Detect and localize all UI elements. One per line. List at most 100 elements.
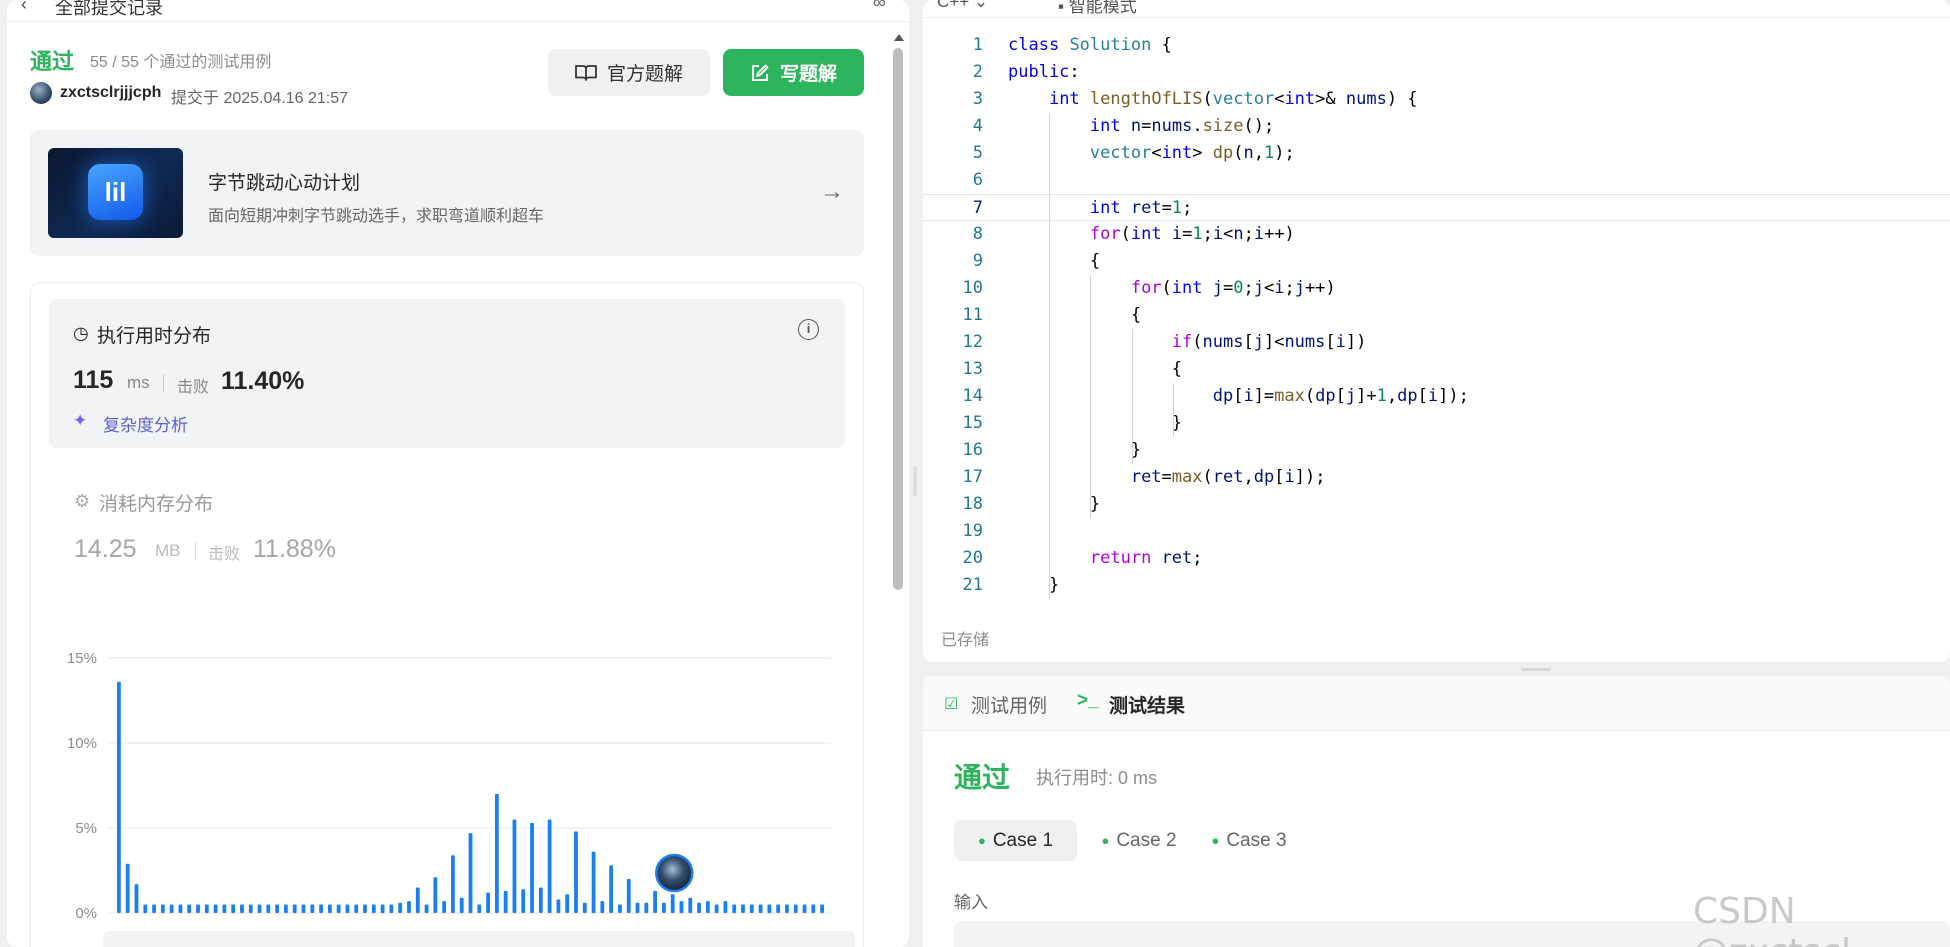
case-tab-1[interactable]: ● Case 1 [954, 820, 1077, 861]
histogram-bar[interactable] [486, 892, 490, 913]
code-line[interactable]: 21 } [923, 572, 1950, 599]
histogram-bar[interactable] [363, 904, 367, 914]
code-line[interactable]: 7 int ret=1; [923, 194, 1950, 221]
histogram-bar[interactable] [732, 904, 737, 914]
histogram-bar[interactable] [442, 901, 447, 913]
histogram-bar[interactable] [266, 904, 271, 914]
histogram-bar[interactable] [653, 890, 657, 913]
histogram-bar[interactable] [301, 904, 306, 914]
code-line[interactable]: 8 for(int i=1;i<n;i++) [923, 221, 1950, 248]
histogram-bar[interactable] [451, 855, 455, 913]
code-line[interactable]: 2 public: [923, 59, 1950, 86]
code-line[interactable]: 3 int lengthOfLIS(vector<int>& nums) { [923, 86, 1950, 113]
histogram-bar[interactable] [125, 863, 130, 913]
code-area[interactable]: 1 class Solution {2 public: 3 int lengthOfL… [923, 32, 1950, 599]
histogram-bar[interactable] [582, 902, 587, 913]
histogram-bar[interactable] [327, 904, 332, 914]
histogram-bar[interactable] [793, 904, 798, 914]
histogram-bar[interactable] [723, 901, 728, 913]
write-solution-button[interactable]: 写题解 [723, 49, 864, 96]
chart-range-slider[interactable] [103, 931, 855, 947]
histogram-bar[interactable] [565, 894, 570, 913]
code-line[interactable]: 17 ret=max(ret,dp[i]); [923, 464, 1950, 491]
user-avatar[interactable] [30, 82, 52, 104]
memory-title[interactable]: 消耗内存分布 [99, 489, 213, 516]
histogram-bar[interactable] [134, 884, 139, 913]
histogram-bar[interactable] [398, 902, 403, 913]
histogram-bar[interactable] [389, 904, 394, 914]
code-line[interactable]: 1 class Solution { [923, 32, 1950, 59]
histogram-bar[interactable] [319, 904, 323, 914]
username[interactable]: zxctsclrjjjcph [60, 84, 161, 102]
code-line[interactable]: 14 dp[i]=max(dp[j]+1,dp[i]); [923, 383, 1950, 410]
histogram-bar[interactable] [538, 887, 543, 914]
histogram-bar[interactable] [477, 904, 482, 914]
histogram-bar[interactable] [503, 890, 508, 913]
code-line[interactable]: 19 [923, 518, 1950, 545]
histogram-bar[interactable] [204, 904, 209, 914]
code-line[interactable]: 12 if(nums[j]<nums[i]) [923, 329, 1950, 356]
code-line[interactable]: 18 } [923, 491, 1950, 518]
histogram-bar[interactable] [521, 889, 526, 913]
info-icon[interactable]: i [798, 319, 819, 340]
histogram-bar[interactable] [371, 904, 376, 914]
histogram-bar[interactable] [714, 904, 719, 914]
histogram-bar[interactable] [354, 904, 359, 914]
language-select[interactable]: C++ ⌄ [937, 0, 988, 12]
histogram-bar[interactable] [117, 681, 121, 913]
code-line[interactable]: 16 } [923, 437, 1950, 464]
histogram-bar[interactable] [670, 894, 675, 913]
runtime-distribution-chart[interactable]: 15%10%5%0%1ms37ms72ms108ms [31, 623, 865, 923]
histogram-bar[interactable] [248, 904, 253, 914]
histogram-bar[interactable] [776, 904, 781, 914]
histogram-bar[interactable] [591, 851, 596, 913]
avatar-marker[interactable] [655, 853, 694, 893]
histogram-bar[interactable] [468, 833, 473, 913]
code-line[interactable]: 13 { [923, 356, 1950, 383]
code-line[interactable]: 6 [923, 167, 1950, 194]
link-icon[interactable]: ∞ [873, 0, 886, 13]
histogram-bar[interactable] [705, 901, 710, 913]
histogram-bar[interactable] [433, 877, 438, 913]
histogram-bar[interactable] [257, 904, 262, 914]
case-tab-2[interactable]: ● Case 2 [1089, 820, 1189, 861]
histogram-bar[interactable] [688, 897, 693, 913]
histogram-bar[interactable] [661, 902, 666, 913]
histogram-bar[interactable] [512, 819, 517, 914]
histogram-bar[interactable] [644, 902, 649, 913]
histogram-bar[interactable] [424, 904, 429, 914]
histogram-bar[interactable] [758, 904, 763, 914]
histogram-bar[interactable] [494, 794, 499, 913]
histogram-bar[interactable] [741, 904, 745, 914]
histogram-bar[interactable] [345, 904, 350, 914]
histogram-bar[interactable] [143, 904, 148, 914]
histogram-bar[interactable] [820, 904, 825, 914]
histogram-bar[interactable] [626, 879, 631, 913]
code-line[interactable]: 9 { [923, 248, 1950, 275]
code-line[interactable]: 5 vector<int> dp(n,1); [923, 140, 1950, 167]
vertical-resize-handle[interactable] [913, 466, 917, 496]
histogram-bar[interactable] [749, 904, 754, 914]
histogram-bar[interactable] [802, 904, 807, 914]
left-scrollbar[interactable] [892, 30, 904, 947]
back-arrow-icon[interactable]: ‹ [21, 0, 27, 15]
histogram-bar[interactable] [336, 904, 341, 914]
histogram-bar[interactable] [196, 904, 200, 914]
histogram-bar[interactable] [459, 897, 464, 913]
horizontal-resize-handle[interactable] [1521, 668, 1551, 671]
case-tab-3[interactable]: ● Case 3 [1199, 820, 1299, 861]
runtime-distribution-box[interactable]: ◷ 执行用时分布 i 115 ms 击败 11.40% ✦ 复杂度分析 [49, 299, 845, 448]
code-line[interactable]: 20 return ret; [923, 545, 1950, 572]
official-solution-button[interactable]: 官方题解 [548, 49, 710, 96]
code-line[interactable]: 11 { [923, 302, 1950, 329]
histogram-bar[interactable] [222, 904, 227, 914]
histogram-bar[interactable] [407, 901, 411, 913]
tab-testcases[interactable]: 测试用例 [971, 691, 1047, 718]
histogram-bar[interactable] [574, 831, 578, 913]
histogram-bar[interactable] [240, 904, 244, 914]
tab-test-result[interactable]: 测试结果 [1109, 691, 1185, 718]
histogram-bar[interactable] [213, 904, 218, 914]
histogram-bar[interactable] [811, 904, 816, 914]
scroll-up-arrow-icon[interactable] [894, 34, 904, 41]
histogram-bar[interactable] [310, 904, 315, 914]
